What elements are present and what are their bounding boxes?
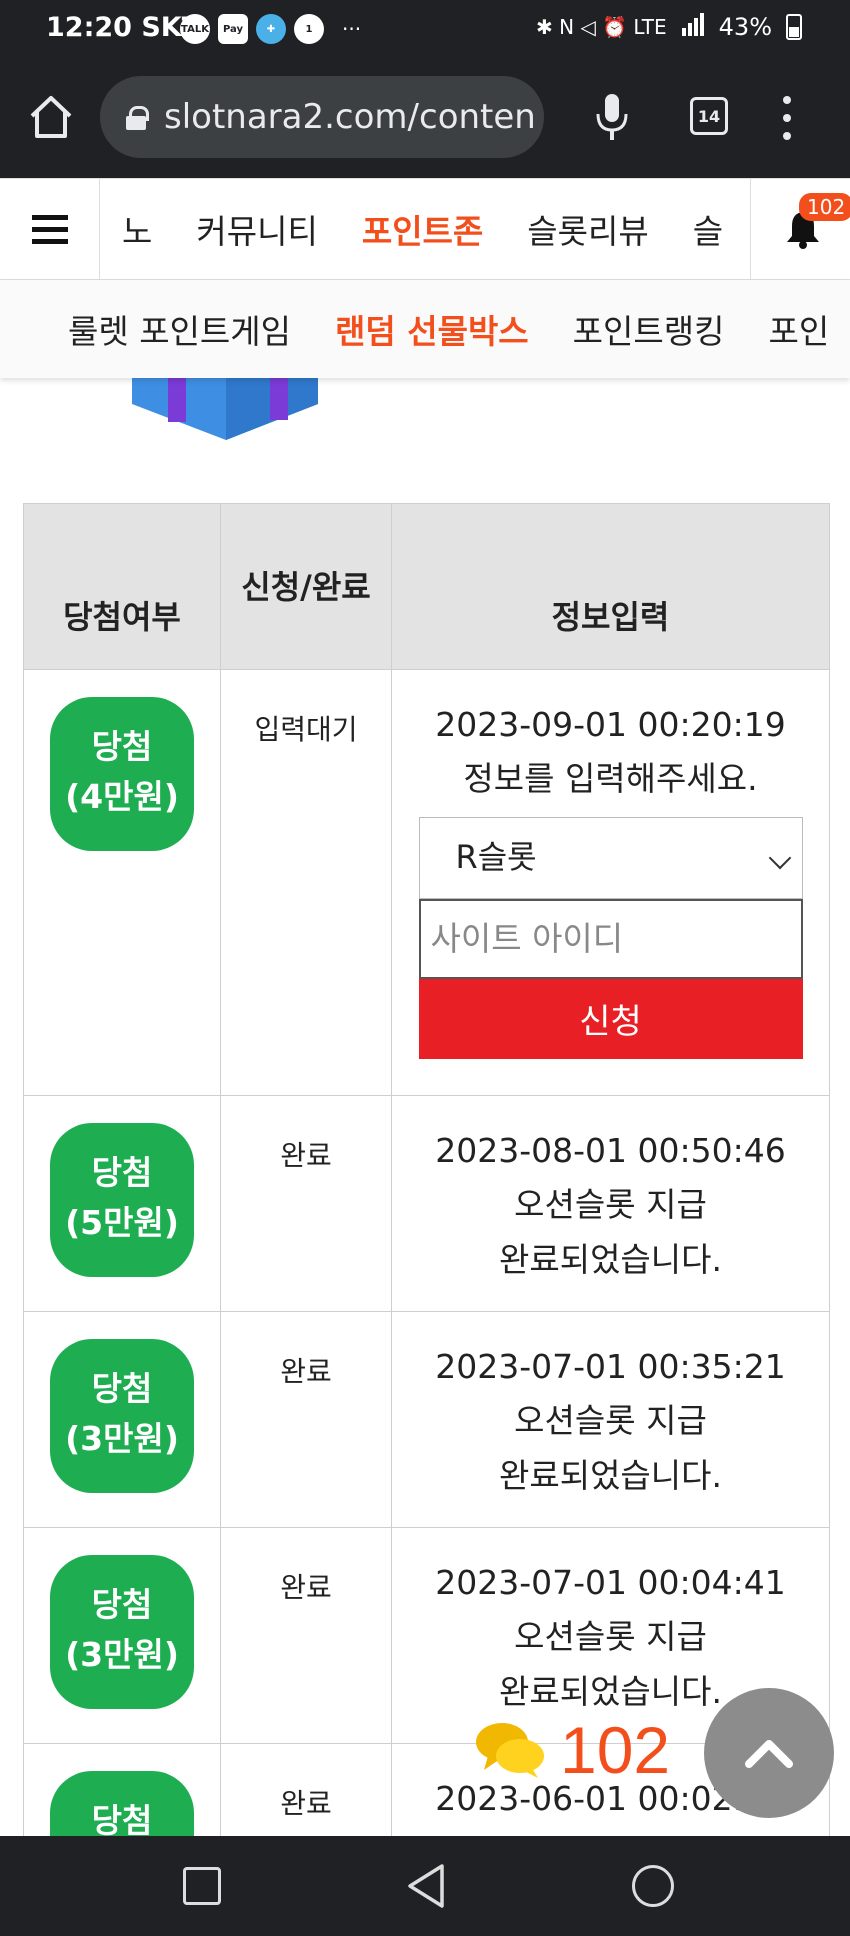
status-bar: 12:20 SKT TALK Pay ✚ 1 ··· ✱ N ◁ ⏰ LTE 4… [0, 0, 850, 62]
header-status: 신청/완료 [220, 503, 392, 670]
recent-apps-icon[interactable] [183, 1867, 221, 1905]
subnav-item-roulette[interactable]: 룰렛 포인트게임 [46, 305, 313, 353]
tab-count: 14 [697, 106, 721, 126]
header-info-input: 정보입력 [391, 503, 830, 670]
hamburger-menu-icon[interactable] [0, 179, 100, 279]
table-row: 당첨 (3만원) 완료 2023-07-01 00:04:41 오션슬롯 지급 완… [23, 1527, 830, 1744]
clock: 12:20 SKT [46, 12, 201, 43]
info-message: 오션슬롯 지급 [514, 1185, 707, 1225]
info-message: 오션슬롯 지급 [514, 1401, 707, 1441]
giftbox-history-table: 당첨여부 신청/완료 정보입력 당첨 (4만원) 입력대기 2023-09-01 … [23, 503, 830, 1936]
more-notifications-icon: ··· [342, 17, 362, 41]
gift-box-image [132, 378, 318, 440]
info-message: 정보를 입력해주세요. [463, 759, 758, 799]
nav-item[interactable]: 노 [100, 205, 174, 253]
info-cell: 2023-07-01 00:35:21 오션슬롯 지급 완료되었습니다. [391, 1311, 830, 1528]
browser-toolbar: slotnara2.com/conten 14 [0, 62, 850, 178]
signal-icon [681, 12, 705, 42]
nav-item-community[interactable]: 커뮤니티 [174, 205, 339, 253]
url-text: slotnara2.com/conten [164, 97, 536, 137]
datetime: 2023-09-01 00:20:19 [435, 705, 786, 744]
back-icon[interactable] [404, 1862, 448, 1910]
tab-switcher-button[interactable]: 14 [690, 97, 728, 135]
status-text: 완료 [220, 1527, 392, 1744]
win-badge: 당첨 (3만원) [50, 1339, 194, 1493]
subnav-item[interactable]: 포인 [746, 305, 850, 353]
table-row: 당첨 (3만원) 완료 2023-07-01 00:35:21 오션슬롯 지급 완… [23, 1311, 830, 1528]
info-cell: 2023-08-01 00:50:46 오션슬롯 지급 완료되었습니다. [391, 1095, 830, 1312]
chat-widget[interactable]: 102 [474, 1712, 670, 1788]
site-select-value: R슬롯 [455, 838, 537, 877]
nav-item-pointzone[interactable]: 포인트존 [340, 205, 505, 253]
win-badge: 당첨 (4만원) [50, 697, 194, 851]
subnav-item-random-giftbox[interactable]: 랜덤 선물박스 [313, 305, 551, 353]
home-circle-icon[interactable] [632, 1865, 674, 1907]
system-status-icons: ✱ N ◁ ⏰ LTE [535, 15, 667, 39]
status-text: 입력대기 [220, 669, 392, 1096]
header-result: 당첨여부 [23, 503, 221, 670]
notification-icons: TALK Pay ✚ 1 ··· [180, 14, 361, 44]
notification-badge: 102 [799, 193, 850, 221]
table-row: 당첨 (5만원) 완료 2023-08-01 00:50:46 오션슬롯 지급 완… [23, 1095, 830, 1312]
chat-bubbles-icon [476, 1723, 544, 1778]
nav-items: 노 커뮤니티 포인트존 슬롯리뷰 슬 [100, 179, 750, 279]
site-select[interactable]: R슬롯 [418, 816, 803, 899]
site-id-input[interactable] [418, 898, 803, 979]
subnav-item-point-ranking[interactable]: 포인트랭킹 [551, 305, 747, 353]
system-indicators: ✱ N ◁ ⏰ LTE 43% [536, 12, 802, 42]
one-app-icon: 1 [294, 14, 324, 44]
nav-item-slot-review[interactable]: 슬롯리뷰 [505, 205, 670, 253]
kakaotalk-icon: TALK [180, 14, 210, 44]
scroll-top-button[interactable] [704, 1688, 834, 1818]
browser-menu-icon[interactable] [782, 96, 792, 140]
microphone-icon[interactable] [594, 92, 630, 142]
url-bar[interactable]: slotnara2.com/conten [100, 76, 544, 158]
table-header-row: 당첨여부 신청/완료 정보입력 [23, 503, 830, 670]
datetime: 2023-07-01 00:04:41 [435, 1563, 786, 1602]
lock-icon [126, 106, 149, 130]
chat-count: 102 [560, 1713, 671, 1787]
sub-nav: 룰렛 포인트게임 랜덤 선물박스 포인트랭킹 포인 [0, 280, 850, 378]
plus-app-icon: ✚ [256, 14, 286, 44]
info-message: 완료되었습니다. [498, 1455, 722, 1495]
datetime: 2023-08-01 00:50:46 [435, 1131, 786, 1170]
win-badge: 당첨 (3만원) [50, 1555, 194, 1709]
home-icon[interactable] [26, 92, 76, 142]
pay-icon: Pay [218, 14, 248, 44]
battery-percent: 43% [718, 13, 772, 41]
info-message: 오션슬롯 지급 [514, 1617, 707, 1657]
site-nav: 노 커뮤니티 포인트존 슬롯리뷰 슬 102 [0, 178, 850, 280]
status-text: 완료 [220, 1095, 392, 1312]
notifications-button[interactable]: 102 [750, 179, 850, 279]
chevron-up-icon [745, 1740, 793, 1768]
battery-icon [786, 14, 802, 40]
apply-button[interactable]: 신청 [418, 978, 803, 1059]
android-nav-bar [0, 1836, 850, 1936]
table-row: 당첨 (4만원) 입력대기 2023-09-01 00:20:19 정보를 입력해… [23, 669, 830, 1096]
datetime: 2023-07-01 00:35:21 [435, 1347, 786, 1386]
info-cell: 2023-09-01 00:20:19 정보를 입력해주세요. R슬롯 신청 [391, 669, 830, 1096]
info-message: 완료되었습니다. [498, 1239, 722, 1279]
win-badge: 당첨 (5만원) [50, 1123, 194, 1277]
status-text: 완료 [220, 1311, 392, 1528]
nav-item[interactable]: 슬 [671, 205, 745, 253]
chevron-down-icon [768, 846, 791, 870]
